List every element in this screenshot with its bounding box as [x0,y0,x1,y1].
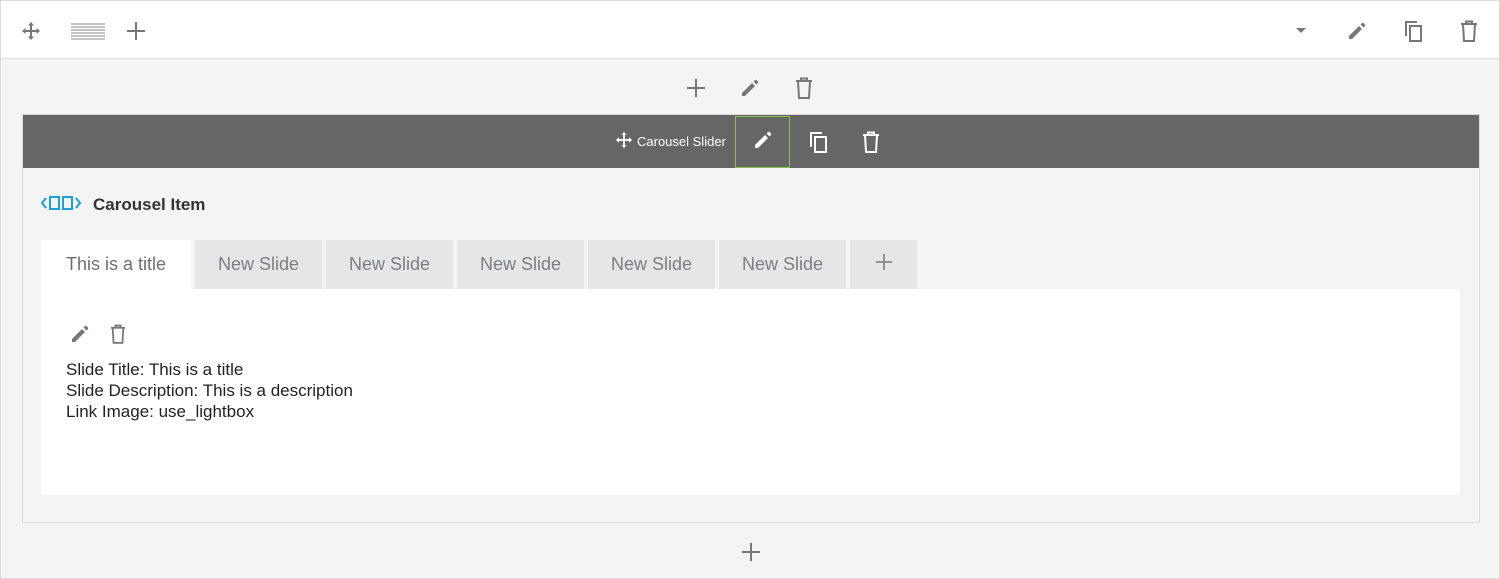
tab-slide-6[interactable]: New Slide [719,240,846,289]
module-edit-button[interactable] [735,116,790,168]
tab-slide-2[interactable]: New Slide [195,240,322,289]
add-module-button[interactable] [736,537,766,567]
slide-description-line: Slide Description: This is a description [66,381,353,400]
trash-icon[interactable] [1454,16,1484,46]
carousel-item-label: Carousel Item [93,195,206,214]
pencil-icon[interactable] [67,321,93,347]
module-title[interactable]: Carousel Slider [615,115,726,168]
move-icon[interactable] [615,131,633,152]
carousel-item-header: Carousel Item [40,193,206,217]
duplicate-icon[interactable] [803,127,833,157]
plus-icon[interactable] [121,16,151,46]
pencil-icon[interactable] [735,73,765,103]
tab-slide-4[interactable]: New Slide [457,240,584,289]
slide-panel: Slide Title: This is a title Slide Descr… [41,289,1460,495]
carousel-module: Carousel Slider Carousel Item This is a … [22,114,1480,523]
carousel-icon [40,194,82,217]
builder-row: Carousel Slider Carousel Item This is a … [0,0,1500,579]
column-actions [1,73,1499,103]
module-title-label: Carousel Slider [637,134,726,149]
trash-icon[interactable] [105,321,131,347]
tab-slide-3[interactable]: New Slide [326,240,453,289]
link-image-line: Link Image: use_lightbox [66,402,255,421]
grid-icon[interactable] [69,16,107,46]
module-toolbar: Carousel Slider [23,115,1479,168]
slide-actions [67,321,143,347]
slide-title-line: Slide Title: This is a title [66,360,244,379]
trash-icon[interactable] [856,127,886,157]
plus-icon [741,542,761,562]
tab-slide-1[interactable]: This is a title [41,240,191,289]
plus-icon [875,253,893,276]
slide-tabs: This is a title New Slide New Slide New … [41,240,921,289]
duplicate-icon[interactable] [1398,16,1428,46]
plus-icon[interactable] [681,73,711,103]
move-icon[interactable] [16,16,46,46]
pencil-icon [753,130,773,155]
trash-icon[interactable] [789,73,819,103]
pencil-icon[interactable] [1342,16,1372,46]
caret-down-icon[interactable] [1286,16,1316,46]
tab-slide-5[interactable]: New Slide [588,240,715,289]
add-slide-button[interactable] [850,240,917,289]
row-toolbar [1,1,1499,59]
slide-details: Slide Title: This is a title Slide Descr… [66,359,353,422]
